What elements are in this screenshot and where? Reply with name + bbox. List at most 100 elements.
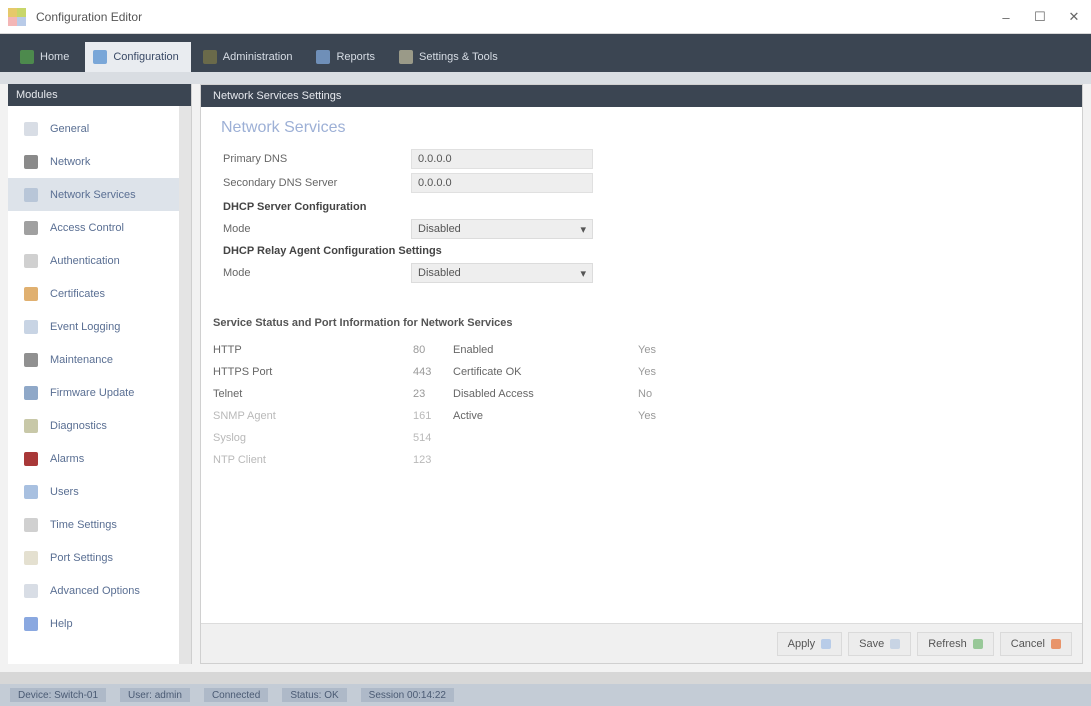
- module-icon: [24, 418, 38, 433]
- dhcp-server-mode-value: Disabled: [418, 223, 461, 235]
- sidebar-item-network[interactable]: Network: [8, 145, 191, 178]
- tab-administration[interactable]: Administration: [195, 42, 305, 72]
- sidebar-item-label: General: [50, 122, 90, 135]
- refresh-button[interactable]: Refresh: [917, 631, 994, 656]
- app-logo-icon: [8, 7, 26, 26]
- button-icon: [821, 638, 832, 649]
- table-cell: NTP Client: [213, 454, 266, 466]
- service-info-rows: HTTP 80 Enabled Yes HTTPS Port 443 Certificate…: [213, 339, 913, 471]
- table-cell: HTTPS Port: [213, 366, 273, 378]
- button-label: Save: [859, 637, 885, 650]
- tab-icon: [93, 50, 108, 64]
- sidebar-item-label: Network: [50, 155, 91, 168]
- table-cell: SNMP Agent: [213, 410, 276, 422]
- minimize-icon[interactable]: –: [989, 0, 1023, 34]
- secondary-dns-label: Secondary DNS Server: [223, 177, 338, 189]
- sidebar-item-network-services[interactable]: Network Services: [8, 178, 191, 211]
- tab-icon: [399, 50, 414, 64]
- sidebar-item-authentication[interactable]: Authentication: [8, 244, 191, 277]
- dhcp-server-mode-label: Mode: [223, 223, 251, 235]
- sidebar-item-label: Help: [50, 617, 73, 630]
- tab-home[interactable]: Home: [12, 42, 81, 72]
- action-footer: Apply Save Refresh Cancel: [201, 623, 1082, 663]
- button-icon: [1051, 638, 1061, 649]
- close-icon[interactable]: ✕: [1057, 0, 1091, 34]
- table-cell: Certificate OK: [453, 366, 522, 378]
- tab-reports[interactable]: Reports: [308, 42, 387, 72]
- primary-dns-input[interactable]: [411, 149, 593, 169]
- window-titlebar: Configuration Editor – ☐ ✕: [0, 0, 1091, 34]
- table-cell: Yes: [638, 344, 656, 356]
- sidebar-item-label: Maintenance: [50, 353, 113, 366]
- module-icon: [24, 154, 38, 169]
- tab-settings-tools[interactable]: Settings & Tools: [391, 42, 510, 72]
- table-cell: 443: [413, 366, 432, 378]
- table-row: Syslog 514: [213, 427, 913, 449]
- button-label: Apply: [787, 637, 816, 650]
- sidebar-item-users[interactable]: Users: [8, 475, 191, 508]
- module-icon: [24, 616, 38, 631]
- table-cell: 80: [413, 344, 426, 356]
- sidebar-item-alarms[interactable]: Alarms: [8, 442, 191, 475]
- main-tab-bar: Home Configuration Administration Reports Se…: [0, 34, 1091, 72]
- sidebar-item-event-logging[interactable]: Event Logging: [8, 310, 191, 343]
- sidebar-item-access-control[interactable]: Access Control: [8, 211, 191, 244]
- dhcp-relay-mode-select[interactable]: Disabled ▾: [411, 263, 593, 283]
- dhcp-relay-mode-row: Mode Disabled ▾: [223, 263, 593, 283]
- sidebar-item-help[interactable]: Help: [8, 607, 191, 640]
- cancel-button[interactable]: Cancel: [999, 631, 1072, 656]
- sidebar-item-port-settings[interactable]: Port Settings: [8, 541, 191, 574]
- module-icon: [24, 121, 38, 136]
- tab-configuration[interactable]: Configuration: [85, 42, 191, 72]
- dhcp-relay-section-title: DHCP Relay Agent Configuration Settings: [223, 245, 442, 257]
- sidebar-item-time-settings[interactable]: Time Settings: [8, 508, 191, 541]
- sidebar-item-general[interactable]: General: [8, 112, 191, 145]
- primary-dns-row: Primary DNS: [223, 149, 593, 169]
- table-row: HTTP 80 Enabled Yes: [213, 339, 913, 361]
- table-row: Telnet 23 Disabled Access No: [213, 383, 913, 405]
- tab-label: Administration: [222, 51, 293, 63]
- primary-dns-label: Primary DNS: [223, 153, 288, 165]
- sidebar-item-label: Time Settings: [50, 518, 117, 531]
- module-icon: [24, 253, 38, 268]
- table-row: SNMP Agent 161 Active Yes: [213, 405, 913, 427]
- chevron-down-icon: ▾: [580, 223, 586, 236]
- window-controls: – ☐ ✕: [989, 0, 1091, 34]
- table-cell: 123: [413, 454, 432, 466]
- sidebar-item-certificates[interactable]: Certificates: [8, 277, 191, 310]
- taskbar-item[interactable]: Session 00:14:22: [360, 688, 454, 702]
- table-row: NTP Client 123: [213, 449, 913, 471]
- sidebar-scrollbar[interactable]: [179, 106, 191, 664]
- sidebar-item-label: Port Settings: [50, 551, 113, 564]
- sidebar-item-label: Firmware Update: [50, 386, 135, 399]
- secondary-dns-input[interactable]: [411, 173, 593, 193]
- sidebar-item-advanced-options[interactable]: Advanced Options: [8, 574, 191, 607]
- main-header: Network Services Settings: [201, 85, 1082, 107]
- maximize-icon[interactable]: ☐: [1023, 0, 1057, 34]
- module-icon: [24, 484, 38, 499]
- sidebar-item-label: Diagnostics: [50, 419, 107, 432]
- sidebar-item-firmware-update[interactable]: Firmware Update: [8, 376, 191, 409]
- taskbar-item[interactable]: Device: Switch-01: [10, 688, 107, 702]
- module-icon: [24, 550, 38, 565]
- sidebar-item-maintenance[interactable]: Maintenance: [8, 343, 191, 376]
- taskbar-item[interactable]: Connected: [203, 688, 269, 702]
- window-title: Configuration Editor: [36, 9, 143, 24]
- sidebar-item-label: Access Control: [50, 221, 124, 234]
- tab-icon: [316, 50, 331, 64]
- module-icon: [24, 352, 38, 367]
- dhcp-server-section-title: DHCP Server Configuration: [223, 201, 367, 213]
- sidebar-item-label: Network Services: [50, 188, 136, 201]
- service-info-table: Service Status and Port Information for …: [213, 317, 913, 471]
- tab-icon: [202, 50, 217, 64]
- tab-icon: [20, 50, 34, 64]
- save-button[interactable]: Save: [848, 631, 912, 656]
- taskbar-item[interactable]: Status: OK: [282, 688, 347, 702]
- sidebar: Modules General Network Network Services Ac…: [8, 84, 192, 664]
- sidebar-item-diagnostics[interactable]: Diagnostics: [8, 409, 191, 442]
- table-cell: Syslog: [213, 432, 247, 444]
- apply-button[interactable]: Apply: [776, 631, 843, 656]
- dhcp-server-mode-select[interactable]: Disabled ▾: [411, 219, 593, 239]
- taskbar-item[interactable]: User: admin: [120, 688, 190, 702]
- table-cell: HTTP: [213, 344, 242, 356]
